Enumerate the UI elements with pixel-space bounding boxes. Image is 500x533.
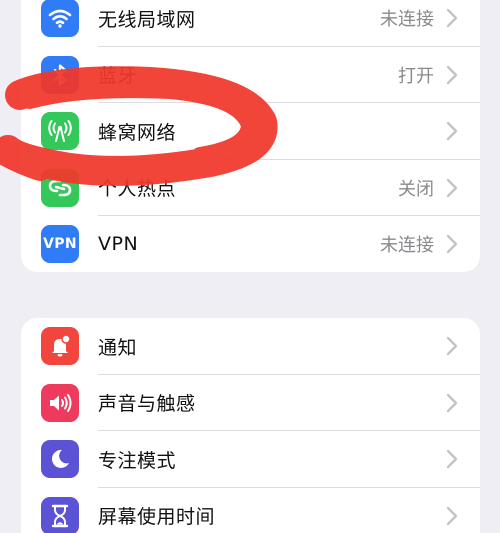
chevron-right-icon — [446, 393, 458, 412]
system-settings-group: 通知 声音与触感 专注模式 屏幕使用时间 — [21, 318, 480, 533]
chevron-right-icon — [446, 506, 458, 525]
hourglass-icon — [41, 496, 79, 533]
screen-time-row[interactable]: 屏幕使用时间 — [21, 488, 480, 533]
screen-time-label: 屏幕使用时间 — [98, 506, 216, 529]
notification-bell-icon — [41, 327, 79, 366]
vpn-row[interactable]: VPN VPN 未连接 — [21, 216, 480, 272]
chevron-right-icon — [446, 178, 458, 197]
sounds-row[interactable]: 声音与触感 — [21, 375, 480, 431]
focus-row[interactable]: 专注模式 — [21, 431, 480, 488]
cellular-antenna-icon — [41, 112, 79, 151]
chevron-right-icon — [446, 235, 458, 254]
hotspot-row[interactable]: 个人热点 关闭 — [21, 160, 480, 216]
vpn-icon-text: VPN — [43, 236, 77, 253]
wifi-label: 无线局域网 — [98, 8, 196, 31]
wifi-status: 未连接 — [380, 9, 434, 31]
wifi-row[interactable]: 无线局域网 未连接 — [21, 0, 480, 47]
bluetooth-icon — [41, 55, 79, 94]
hotspot-label: 个人热点 — [98, 178, 177, 201]
bluetooth-row[interactable]: 蓝牙 打开 — [21, 47, 480, 103]
notifications-label: 通知 — [98, 336, 138, 359]
hotspot-icon — [41, 168, 79, 207]
cellular-row[interactable]: 蜂窝网络 — [21, 103, 480, 160]
hotspot-status: 关闭 — [398, 178, 434, 200]
vpn-icon: VPN — [41, 225, 79, 264]
notifications-row[interactable]: 通知 — [21, 318, 480, 375]
bluetooth-status: 打开 — [398, 65, 434, 87]
cellular-label: 蜂窝网络 — [98, 121, 177, 144]
vpn-label: VPN — [98, 233, 139, 256]
focus-label: 专注模式 — [98, 449, 177, 472]
network-settings-group: 无线局域网 未连接 蓝牙 打开 蜂窝网络 个人热点 关闭 VPN VPN 未连接 — [21, 0, 480, 272]
chevron-right-icon — [446, 65, 458, 84]
speaker-icon — [41, 383, 79, 422]
chevron-right-icon — [446, 9, 458, 28]
chevron-right-icon — [446, 122, 458, 141]
bluetooth-label: 蓝牙 — [98, 65, 138, 88]
vpn-status: 未连接 — [380, 235, 434, 257]
chevron-right-icon — [446, 337, 458, 356]
wifi-icon — [41, 0, 79, 38]
moon-icon — [41, 440, 79, 479]
chevron-right-icon — [446, 450, 458, 469]
sounds-label: 声音与触感 — [98, 393, 196, 416]
